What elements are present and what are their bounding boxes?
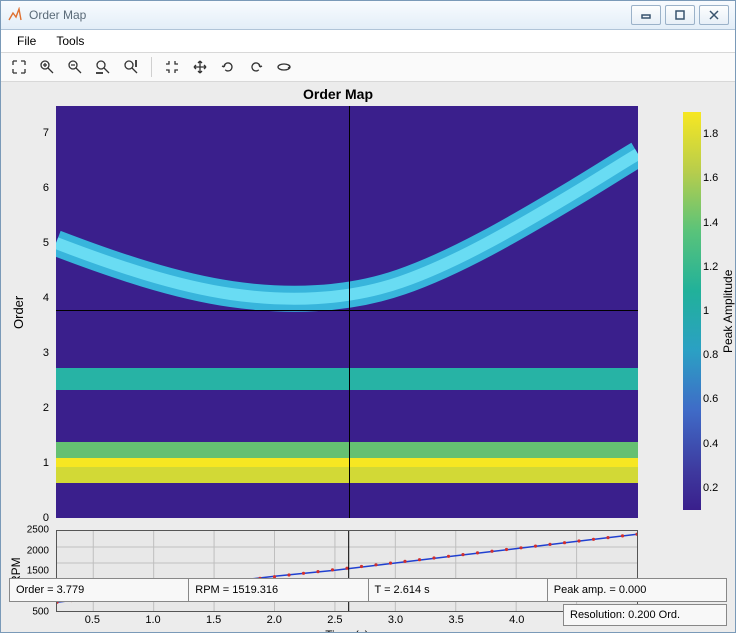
menu-bar: File Tools (1, 30, 735, 53)
crosshair-vertical[interactable] (349, 106, 350, 518)
status-rpm: RPM = 1519.316 (189, 579, 368, 601)
resolution-row: Resolution: 0.200 Ord. (1, 604, 735, 630)
zoom-x-icon[interactable] (91, 55, 115, 79)
matlab-icon (7, 7, 23, 23)
colorbar-label: Peak Amplitude (721, 112, 735, 510)
pan-icon[interactable] (188, 55, 212, 79)
toolbar-separator (151, 57, 152, 77)
menu-tools[interactable]: Tools (46, 31, 94, 51)
rotate-3d-icon[interactable] (272, 55, 296, 79)
rotate-ccw-icon[interactable] (216, 55, 240, 79)
crosshair-horizontal[interactable] (56, 310, 638, 311)
toolbar (1, 53, 735, 82)
app-window: Order Map File Tools Order Map Order 012… (0, 0, 736, 633)
zoom-in-icon[interactable] (35, 55, 59, 79)
zoom-out-icon[interactable] (63, 55, 87, 79)
title-bar[interactable]: Order Map (1, 1, 735, 30)
order-map-plot[interactable] (56, 106, 638, 518)
figure-area: Order Map Order 01234567 0.20.40.60.811.… (1, 82, 735, 632)
zoom-y-icon[interactable] (119, 55, 143, 79)
status-bar: Order = 3.779 RPM = 1519.316 T = 2.614 s… (9, 578, 727, 602)
maximize-button[interactable] (665, 5, 695, 25)
close-button[interactable] (699, 5, 729, 25)
order-axis-label: Order (11, 106, 26, 518)
minimize-button[interactable] (631, 5, 661, 25)
status-peak: Peak amp. = 0.000 (548, 579, 726, 601)
collapse-axes-icon[interactable] (160, 55, 184, 79)
colorbar[interactable] (683, 112, 701, 510)
expand-axes-icon[interactable] (7, 55, 31, 79)
menu-file[interactable]: File (7, 31, 46, 51)
window-controls (631, 5, 729, 25)
window-title: Order Map (29, 8, 86, 22)
figure-title: Order Map (1, 86, 675, 102)
status-order: Order = 3.779 (10, 579, 189, 601)
sweep-curve (56, 106, 638, 518)
order-axis-ticks: 01234567 (31, 106, 53, 518)
colorbar-ticks: 0.20.40.60.811.21.41.61.8 (701, 112, 721, 510)
rotate-cw-icon[interactable] (244, 55, 268, 79)
status-time: T = 2.614 s (369, 579, 548, 601)
status-resolution: Resolution: 0.200 Ord. (563, 604, 727, 626)
